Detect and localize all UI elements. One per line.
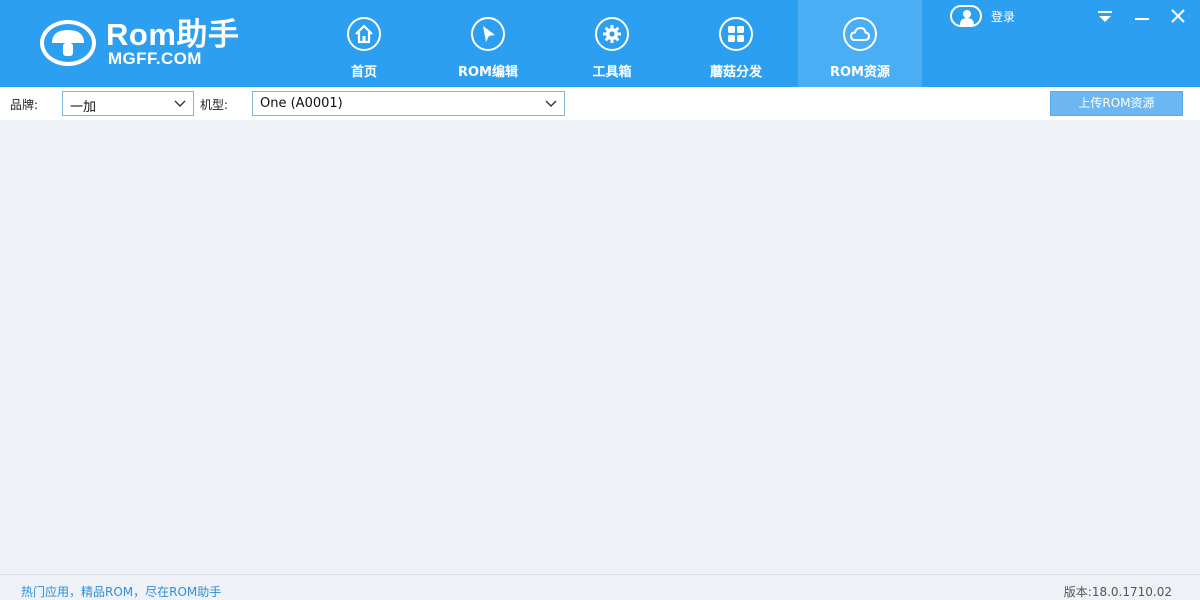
- filter-toolbar: 品牌: 一加 机型: One (A0001) 上传ROM资源: [0, 87, 1200, 120]
- minimize-button[interactable]: [1132, 8, 1152, 26]
- grid-icon: [719, 17, 753, 51]
- logo-subtitle: MGFF.COM: [108, 49, 202, 68]
- model-label: 机型:: [200, 98, 229, 112]
- close-button[interactable]: [1168, 8, 1188, 26]
- nav-tab-home[interactable]: 首页: [302, 0, 426, 87]
- app-logo: Rom助手 MGFF.COM: [40, 18, 270, 68]
- nav-tab-label: 工具箱: [592, 65, 632, 80]
- nav-tab-rom-resources[interactable]: ROM资源: [798, 0, 922, 87]
- status-bar: 热门应用，精品ROM，尽在ROM助手 版本:18.0.1710.02: [0, 574, 1200, 600]
- home-icon: [347, 17, 381, 51]
- login-button[interactable]: 登录: [950, 5, 1015, 27]
- login-label: 登录: [991, 9, 1016, 24]
- nav-tab-distribution[interactable]: 蘑菇分发: [674, 0, 798, 87]
- brand-select[interactable]: 一加: [62, 91, 194, 116]
- version-text: 版本:18.0.1710.02: [1063, 585, 1172, 599]
- cloud-icon: [843, 17, 877, 51]
- cursor-arrow-icon: [471, 17, 505, 51]
- nav-tab-label: ROM编辑: [458, 65, 518, 80]
- rom-resource-list-area: [0, 120, 1200, 574]
- promo-text: 热门应用，精品ROM，尽在ROM助手: [21, 585, 222, 599]
- nav-tab-label: ROM资源: [830, 65, 890, 80]
- brand-label: 品牌:: [10, 98, 39, 112]
- chevron-down-icon: [545, 100, 557, 107]
- app-header: Rom助手 MGFF.COM 首页 ROM编辑 工具箱 蘑菇分发 ROM资源 登…: [0, 0, 1200, 87]
- gear-icon: [595, 17, 629, 51]
- main-nav: 首页 ROM编辑 工具箱 蘑菇分发 ROM资源: [302, 0, 922, 87]
- dropdown-menu-button[interactable]: [1095, 8, 1115, 26]
- nav-tab-label: 蘑菇分发: [709, 65, 762, 80]
- nav-tab-label: 首页: [350, 65, 377, 80]
- mushroom-logo-icon: [40, 20, 96, 66]
- model-select[interactable]: One (A0001): [252, 91, 565, 116]
- logo-title: Rom助手: [106, 17, 240, 52]
- nav-tab-toolbox[interactable]: 工具箱: [550, 0, 674, 87]
- nav-tab-rom-edit[interactable]: ROM编辑: [426, 0, 550, 87]
- user-icon: [950, 5, 982, 27]
- model-select-value: One (A0001): [260, 96, 343, 111]
- chevron-down-icon: [174, 100, 186, 107]
- upload-rom-button[interactable]: 上传ROM资源: [1050, 91, 1183, 116]
- brand-select-value: 一加: [70, 100, 97, 115]
